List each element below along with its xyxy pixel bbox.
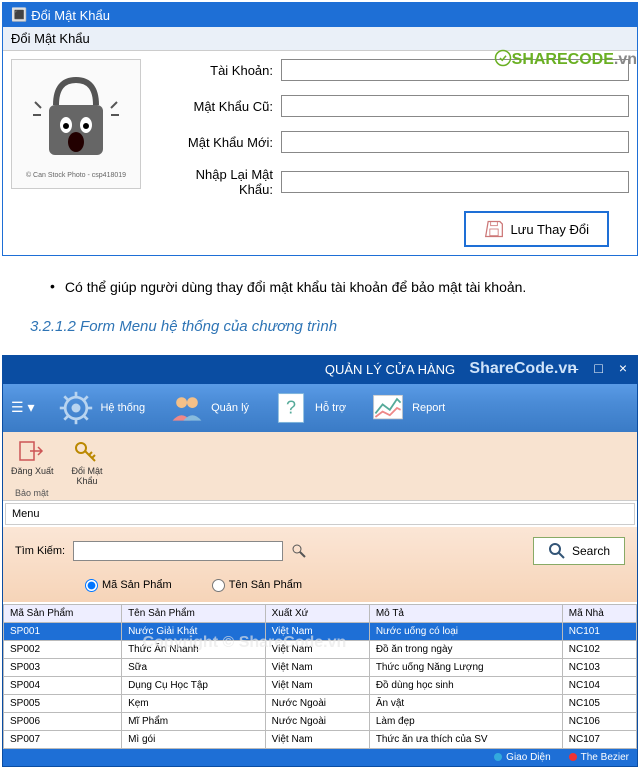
table-cell: NC105: [562, 694, 636, 712]
ribbon-toolbar: ☰ ▾ Hệ thống Quản lý ? Hỗ trợ Report: [3, 384, 637, 432]
table-cell: Việt Nam: [265, 658, 369, 676]
table-cell: Ăn vật: [369, 694, 562, 712]
key-icon: [73, 438, 101, 464]
qa-group-label: Bảo mật: [11, 488, 629, 498]
table-header[interactable]: Mã Nhà: [562, 604, 636, 622]
document-body: Có thể giúp người dùng thay đổi mật khẩu…: [0, 258, 640, 353]
watermark-text: ShareCode.vn: [469, 360, 577, 378]
app-icon: 🔳: [11, 7, 27, 23]
help-icon: ?: [273, 390, 309, 426]
table-cell: Thức uống Năng Lượng: [369, 658, 562, 676]
window-title: QUẢN LÝ CỬA HÀNG: [325, 362, 455, 377]
table-cell: NC106: [562, 712, 636, 730]
table-cell: Việt Nam: [265, 622, 369, 640]
lock-illustration: © Can Stock Photo - csp418019: [11, 59, 141, 189]
password-change-window: 🔳 Đổi Mật Khẩu Đổi Mật Khẩu SHARECODE.vn: [2, 2, 638, 256]
repeat-password-input[interactable]: [281, 171, 629, 193]
table-cell: SP002: [4, 640, 122, 658]
table-cell: Việt Nam: [265, 676, 369, 694]
quick-access-toolbar: Đăng Xuất Đổi Mật Khẩu Bảo mật: [3, 432, 637, 501]
table-cell: SP006: [4, 712, 122, 730]
ribbon-support[interactable]: ? Hỗ trợ: [273, 390, 346, 426]
ribbon-system[interactable]: Hệ thống: [58, 390, 145, 426]
image-caption: © Can Stock Photo - csp418019: [26, 172, 126, 179]
table-cell: Thức Ăn Nhanh: [122, 640, 266, 658]
table-cell: NC101: [562, 622, 636, 640]
table-cell: Dụng Cụ Học Tập: [122, 676, 266, 694]
chart-icon: [370, 390, 406, 426]
table-cell: SP001: [4, 622, 122, 640]
table-cell: Việt Nam: [265, 640, 369, 658]
table-cell: SP005: [4, 694, 122, 712]
search-panel: Tìm Kiếm: Search Mã Sản Phẩm Tên Sản Phẩ…: [3, 527, 637, 602]
table-cell: NC102: [562, 640, 636, 658]
gear-icon: [58, 390, 94, 426]
search-input[interactable]: [73, 541, 283, 561]
table-header[interactable]: Mô Tả: [369, 604, 562, 622]
table-cell: Mĩ Phẩm: [122, 712, 266, 730]
logout-button[interactable]: Đăng Xuất: [11, 438, 54, 486]
people-icon: [169, 390, 205, 426]
status-giaodien[interactable]: Giao Diện: [494, 752, 550, 763]
svg-text:?: ?: [286, 397, 296, 417]
table-cell: NC104: [562, 676, 636, 694]
table-row[interactable]: SP003SữaViệt NamThức uống Năng LượngNC10…: [4, 658, 637, 676]
table-row[interactable]: SP002Thức Ăn NhanhViệt NamĐồ ăn trong ng…: [4, 640, 637, 658]
radio-product-id[interactable]: Mã Sản Phẩm: [85, 579, 172, 592]
table-row[interactable]: SP005KẹmNước NgoàiĂn vậtNC105: [4, 694, 637, 712]
section-heading: 3.2.1.2 Form Menu hệ thống của chương tr…: [30, 318, 630, 335]
close-button[interactable]: ×: [613, 358, 633, 378]
ribbon-manage[interactable]: Quản lý: [169, 390, 249, 426]
table-cell: Nước Ngoài: [265, 694, 369, 712]
status-bezier[interactable]: The Bezier: [569, 752, 629, 763]
table-header[interactable]: Xuất Xứ: [265, 604, 369, 622]
product-table: Mã Sản PhẩmTên Sản PhẩmXuất XứMô TảMã Nh…: [3, 604, 637, 749]
status-bar: Giao Diện The Bezier: [3, 749, 637, 766]
new-password-input[interactable]: [281, 131, 629, 153]
table-cell: Đồ dùng học sinh: [369, 676, 562, 694]
table-header[interactable]: Tên Sản Phẩm: [122, 604, 266, 622]
repeat-password-label: Nhập Lại Mật Khẩu:: [161, 167, 281, 197]
watermark-logo: SHARECODE.vn: [494, 49, 637, 69]
window-title: Đổi Mật Khẩu: [31, 8, 110, 23]
table-cell: SP003: [4, 658, 122, 676]
table-cell: Nước uống có loại: [369, 622, 562, 640]
table-cell: NC103: [562, 658, 636, 676]
old-password-label: Mật Khẩu Cũ:: [161, 99, 281, 114]
new-password-label: Mật Khẩu Mới:: [161, 135, 281, 150]
table-cell: SP004: [4, 676, 122, 694]
search-icon: [291, 543, 307, 559]
search-label: Tìm Kiếm:: [15, 545, 65, 557]
menu-toggle-icon[interactable]: ☰ ▾: [11, 399, 34, 416]
table-cell: Nước Giải Khát: [122, 622, 266, 640]
old-password-input[interactable]: [281, 95, 629, 117]
ribbon-report[interactable]: Report: [370, 390, 445, 426]
bullet-item: Có thể giúp người dùng thay đổi mật khẩu…: [50, 278, 630, 298]
table-cell: Đồ ăn trong ngày: [369, 640, 562, 658]
table-row[interactable]: SP004Dụng Cụ Học TậpViệt NamĐồ dùng học …: [4, 676, 637, 694]
panel-header: Đổi Mật Khẩu: [3, 27, 637, 51]
table-cell: Nước Ngoài: [265, 712, 369, 730]
magnify-icon: [548, 542, 566, 560]
table-cell: Kẹm: [122, 694, 266, 712]
maximize-button[interactable]: □: [588, 358, 608, 378]
save-button[interactable]: Lưu Thay Đổi: [464, 211, 609, 247]
menu-system-window: QUẢN LÝ CỬA HÀNG ShareCode.vn – □ × ☰ ▾ …: [2, 355, 638, 767]
logout-icon: [18, 438, 46, 464]
window-titlebar: 🔳 Đổi Mật Khẩu: [3, 3, 637, 27]
table-cell: Sữa: [122, 658, 266, 676]
menu-bar[interactable]: Menu: [5, 503, 635, 525]
account-label: Tài Khoản:: [161, 63, 281, 78]
search-button[interactable]: Search: [533, 537, 625, 565]
table-row[interactable]: SP006Mĩ PhẩmNước NgoàiLàm đẹpNC106: [4, 712, 637, 730]
table-header[interactable]: Mã Sản Phẩm: [4, 604, 122, 622]
change-password-button[interactable]: Đổi Mật Khẩu: [72, 438, 103, 486]
radio-product-name[interactable]: Tên Sản Phẩm: [212, 579, 302, 592]
table-row[interactable]: SP001Nước Giải KhátViệt NamNước uống có …: [4, 622, 637, 640]
table-cell: Làm đẹp: [369, 712, 562, 730]
save-icon: [484, 219, 504, 239]
